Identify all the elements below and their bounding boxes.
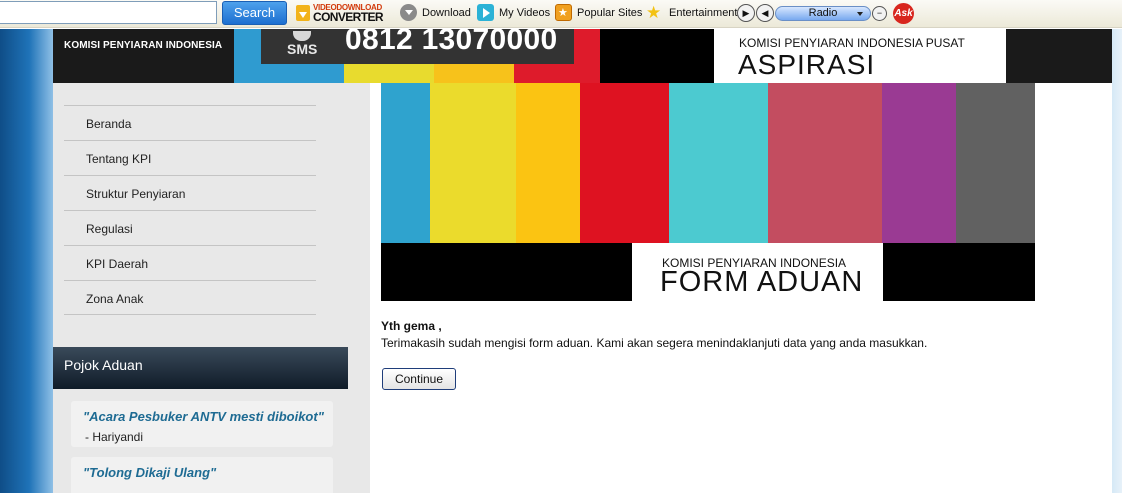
entertainment-button[interactable]: ★ Entertainment	[646, 4, 737, 23]
vdc-bottom-text: CONVERTER	[313, 10, 384, 24]
form-aduan-label: KOMISI PENYIARAN INDONESIA FORM ADUAN	[632, 243, 883, 301]
pojok-aduan-quote[interactable]: "Acara Pesbuker ANTV mesti diboikot"	[83, 409, 324, 424]
popular-sites-button[interactable]: Popular Sites	[555, 3, 643, 23]
sidebar-item-zona-anak[interactable]: Zona Anak	[64, 280, 316, 315]
play-icon	[477, 3, 494, 21]
pojok-aduan-author: - Hariyandi	[85, 430, 144, 444]
my-videos-button[interactable]: My Videos	[477, 3, 551, 23]
sidebar-item-struktur-penyiaran[interactable]: Struktur Penyiaran	[64, 175, 316, 210]
color-bar	[516, 83, 580, 243]
sidebar: Beranda Tentang KPI Struktur Penyiaran R…	[53, 83, 370, 493]
header-stripe	[600, 29, 714, 83]
download-label: Download	[422, 7, 471, 19]
radio-minimize-icon[interactable]: −	[872, 6, 887, 21]
color-bar	[580, 83, 669, 243]
chevron-down-icon	[857, 12, 863, 16]
aspirasi-banner[interactable]: KOMISI PENYIARAN INDONESIA PUSAT ASPIRAS…	[714, 29, 1006, 83]
radio-station-label: Radio	[808, 7, 838, 19]
aspirasi-title: ASPIRASI	[738, 49, 876, 80]
sidebar-item-label: Tentang KPI	[86, 152, 152, 166]
sidebar-item-label: Zona Anak	[86, 292, 144, 306]
download-button[interactable]: Download	[400, 3, 471, 23]
sms-banner: SMS 0812 13070000	[261, 29, 574, 64]
color-bar	[381, 83, 430, 243]
confirmation-message: Terimakasih sudah mengisi form aduan. Ka…	[381, 336, 928, 350]
sms-label: SMS	[287, 41, 318, 57]
color-bar	[669, 83, 768, 243]
popular-sites-label: Popular Sites	[577, 7, 643, 19]
radio-volume-icon[interactable]: ◀	[756, 4, 774, 22]
radio-station-select[interactable]: Radio	[775, 6, 871, 21]
pojok-aduan-item[interactable]: "Tolong Dikaji Ulang"	[71, 457, 333, 493]
form-aduan-banner: KOMISI PENYIARAN INDONESIA FORM ADUAN	[381, 83, 1035, 301]
toolbar-search-input[interactable]	[0, 1, 217, 24]
sidebar-item-label: KPI Daerah	[86, 257, 149, 271]
aspirasi-subtitle: KOMISI PENYIARAN INDONESIA PUSAT	[739, 36, 965, 50]
pojok-aduan-item[interactable]: "Acara Pesbuker ANTV mesti diboikot" - H…	[71, 401, 333, 447]
color-bar	[430, 83, 516, 243]
star-icon: ★	[646, 2, 662, 22]
my-videos-label: My Videos	[499, 7, 551, 19]
continue-button[interactable]: Continue	[382, 368, 456, 390]
sidebar-item-regulasi[interactable]: Regulasi	[64, 210, 316, 245]
entertainment-label: Entertainment	[669, 7, 738, 19]
site-header: KOMISI PENYIARAN INDONESIA SMS 0812 1307…	[53, 29, 1112, 83]
site-logo-text: KOMISI PENYIARAN INDONESIA	[64, 40, 223, 51]
sidebar-item-tentang-kpi[interactable]: Tentang KPI	[64, 140, 316, 175]
sidebar-item-beranda[interactable]: Beranda	[64, 105, 316, 140]
form-aduan-title: FORM ADUAN	[660, 266, 864, 298]
page-background-right	[1112, 29, 1122, 493]
browser-toolbar: Search VIDEODOWNLOAD CONVERTER Download …	[0, 0, 1122, 28]
pojok-aduan-quote[interactable]: "Tolong Dikaji Ulang"	[83, 465, 216, 480]
sidebar-nav: Beranda Tentang KPI Struktur Penyiaran R…	[64, 105, 316, 315]
pojok-aduan-heading: Pojok Aduan	[53, 347, 348, 389]
video-download-converter-button[interactable]: VIDEODOWNLOAD CONVERTER	[296, 3, 390, 24]
page-background-left	[0, 29, 53, 493]
sidebar-item-label: Beranda	[86, 117, 132, 131]
greeting-text: Yth gema ,	[381, 319, 442, 333]
color-bar	[768, 83, 882, 243]
color-bar	[956, 83, 1035, 243]
radio-play-icon[interactable]: ▶	[737, 4, 755, 22]
sidebar-item-label: Struktur Penyiaran	[86, 187, 186, 201]
sidebar-item-kpi-daerah[interactable]: KPI Daerah	[64, 245, 316, 280]
toolbar-search-button[interactable]: Search	[222, 1, 287, 25]
sms-number: 0812 13070000	[345, 29, 558, 56]
color-bar	[882, 83, 956, 243]
ask-logo-icon[interactable]: Ask	[893, 3, 914, 24]
radio-widget: ▶ ◀ Radio −	[737, 4, 889, 23]
sidebar-item-label: Regulasi	[86, 222, 133, 236]
download-icon	[400, 3, 417, 21]
sms-bubble-shape	[293, 31, 311, 41]
sms-phone-icon: SMS	[285, 31, 323, 59]
star-box-icon	[555, 3, 572, 23]
main-content: KOMISI PENYIARAN INDONESIA FORM ADUAN Yt…	[370, 83, 1112, 493]
download-arrow-icon	[296, 5, 310, 21]
